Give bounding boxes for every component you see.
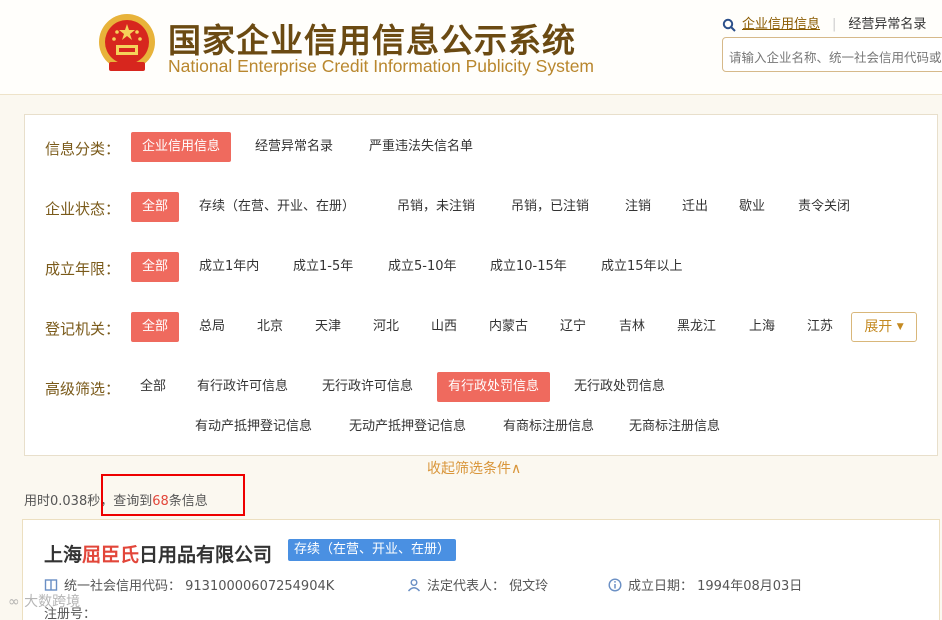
advanced-option[interactable]: 全部 xyxy=(129,372,177,402)
filter-panel: 信息分类： 企业信用信息 经营异常名录 严重违法失信名单 企业状态： 全部 存续… xyxy=(24,114,938,456)
advanced-option[interactable]: 无行政许可信息 xyxy=(311,372,424,402)
advanced-option[interactable]: 有行政处罚信息 xyxy=(437,372,551,402)
chevron-down-icon: ▼ xyxy=(896,322,904,332)
category-option[interactable]: 企业信用信息 xyxy=(131,132,232,162)
authority-option[interactable]: 山西 xyxy=(420,312,468,342)
company-name-pre: 上海 xyxy=(44,544,83,566)
collapse-filters-link[interactable]: 收起筛选条件∧ xyxy=(427,458,521,478)
filter-label: 登记机关： xyxy=(45,320,121,338)
info-icon xyxy=(608,578,622,592)
filter-row-years: 成立年限： 全部 成立1年内 成立1-5年 成立5-10年 成立10-15年 成… xyxy=(25,252,937,282)
filter-label: 成立年限： xyxy=(45,260,121,278)
status-option[interactable]: 全部 xyxy=(131,192,180,222)
watermark-logo-icon: ∞ xyxy=(8,594,20,610)
filter-row-authority: 登记机关： 全部 总局 北京 天津 河北 山西 内蒙古 辽宁 吉林 黑龙江 上海… xyxy=(25,312,937,342)
status-option[interactable]: 迁出 xyxy=(671,192,719,222)
authority-option[interactable]: 辽宁 xyxy=(549,312,597,342)
years-option[interactable]: 成立15年以上 xyxy=(590,252,694,282)
status-badge: 存续（在营、开业、在册） xyxy=(288,539,457,561)
authority-option[interactable]: 内蒙古 xyxy=(478,312,539,342)
site-header: 国家企业信用信息公示系统 National Enterprise Credit … xyxy=(0,0,942,95)
expand-label: 展开 xyxy=(864,319,893,335)
link-separator: | xyxy=(832,17,837,32)
advanced-option[interactable]: 有行政许可信息 xyxy=(186,372,299,402)
authority-option[interactable]: 黑龙江 xyxy=(666,312,727,342)
result-card[interactable]: 上海屈臣氏日用品有限公司 存续（在营、开业、在册） 统一社会信用代码： 9131… xyxy=(22,519,940,620)
credit-code-text: 统一社会信用代码： 91310000607254904K xyxy=(64,579,335,594)
legal-rep-text: 法定代表人： 倪文玲 xyxy=(427,579,549,594)
status-option[interactable]: 吊销，已注销 xyxy=(500,192,600,222)
years-option[interactable]: 成立1-5年 xyxy=(282,252,364,282)
established-text: 成立日期： 1994年08月03日 xyxy=(628,579,803,594)
advanced-option[interactable]: 有动产抵押登记信息 xyxy=(184,412,323,442)
years-option[interactable]: 成立5-10年 xyxy=(377,252,468,282)
book-icon xyxy=(44,579,58,591)
authority-option[interactable]: 江苏 xyxy=(796,312,844,342)
authority-option[interactable]: 总局 xyxy=(188,312,236,342)
top-links: 企业信用信息 | 经营异常名录 xyxy=(722,13,926,32)
status-option[interactable]: 吊销，未注销 xyxy=(386,192,486,222)
credit-info-link[interactable]: 企业信用信息 xyxy=(742,17,820,32)
status-option[interactable]: 存续（在营、开业、在册） xyxy=(188,192,366,222)
expand-button[interactable]: 展开 ▼ xyxy=(851,312,917,342)
advanced-option[interactable]: 无行政处罚信息 xyxy=(563,372,676,402)
filter-label: 企业状态： xyxy=(45,200,121,218)
highlight-annotation-box xyxy=(101,474,245,516)
status-option[interactable]: 责令关闭 xyxy=(787,192,861,222)
national-emblem-icon xyxy=(99,14,155,71)
company-name-highlight: 屈臣氏 xyxy=(82,544,140,566)
filter-row-category: 信息分类： 企业信用信息 经营异常名录 严重违法失信名单 xyxy=(25,132,937,162)
company-name-post: 日用品有限公司 xyxy=(139,544,273,566)
status-option[interactable]: 注销 xyxy=(614,192,662,222)
years-option[interactable]: 成立1年内 xyxy=(188,252,270,282)
authority-option[interactable]: 全部 xyxy=(131,312,180,342)
years-option[interactable]: 成立10-15年 xyxy=(479,252,578,282)
company-name[interactable]: 上海屈臣氏日用品有限公司 xyxy=(44,540,272,567)
watermark: ∞ 大数跨境 xyxy=(8,591,80,611)
filter-row-advanced-2: 有动产抵押登记信息 无动产抵押登记信息 有商标注册信息 无商标注册信息 xyxy=(25,412,937,442)
authority-option[interactable]: 天津 xyxy=(304,312,352,342)
legal-representative: 法定代表人： 倪文玲 xyxy=(407,575,548,594)
category-option[interactable]: 经营异常名录 xyxy=(244,132,344,162)
credit-code: 统一社会信用代码： 91310000607254904K xyxy=(44,575,334,594)
site-title-en: National Enterprise Credit Information P… xyxy=(168,56,595,76)
watermark-text: 大数跨境 xyxy=(24,594,81,610)
filter-row-status: 企业状态： 全部 存续（在营、开业、在册） 吊销，未注销 吊销，已注销 注销 迁… xyxy=(25,192,937,222)
authority-option[interactable]: 北京 xyxy=(246,312,294,342)
filter-label: 信息分类： xyxy=(45,140,121,158)
search-icon xyxy=(722,18,736,32)
site-title-cn: 国家企业信用信息公示系统 xyxy=(168,21,576,60)
authority-option[interactable]: 上海 xyxy=(738,312,786,342)
established-date: 成立日期： 1994年08月03日 xyxy=(608,575,802,594)
search-input[interactable]: 请输入企业名称、统一社会信用代码或注册号 xyxy=(722,37,942,72)
abnormal-list-link[interactable]: 经营异常名录 xyxy=(848,17,926,32)
years-option[interactable]: 全部 xyxy=(131,252,180,282)
authority-option[interactable]: 吉林 xyxy=(608,312,656,342)
advanced-option[interactable]: 无商标注册信息 xyxy=(618,412,731,442)
advanced-option[interactable]: 有商标注册信息 xyxy=(492,412,605,442)
status-option[interactable]: 歇业 xyxy=(728,192,776,222)
filter-row-advanced: 高级筛选： 全部 有行政许可信息 无行政许可信息 有行政处罚信息 无行政处罚信息 xyxy=(25,372,937,402)
person-icon xyxy=(407,579,421,592)
filter-label: 高级筛选： xyxy=(45,380,121,398)
advanced-option[interactable]: 无动产抵押登记信息 xyxy=(338,412,477,442)
authority-option[interactable]: 河北 xyxy=(362,312,410,342)
category-option[interactable]: 严重违法失信名单 xyxy=(358,132,484,162)
